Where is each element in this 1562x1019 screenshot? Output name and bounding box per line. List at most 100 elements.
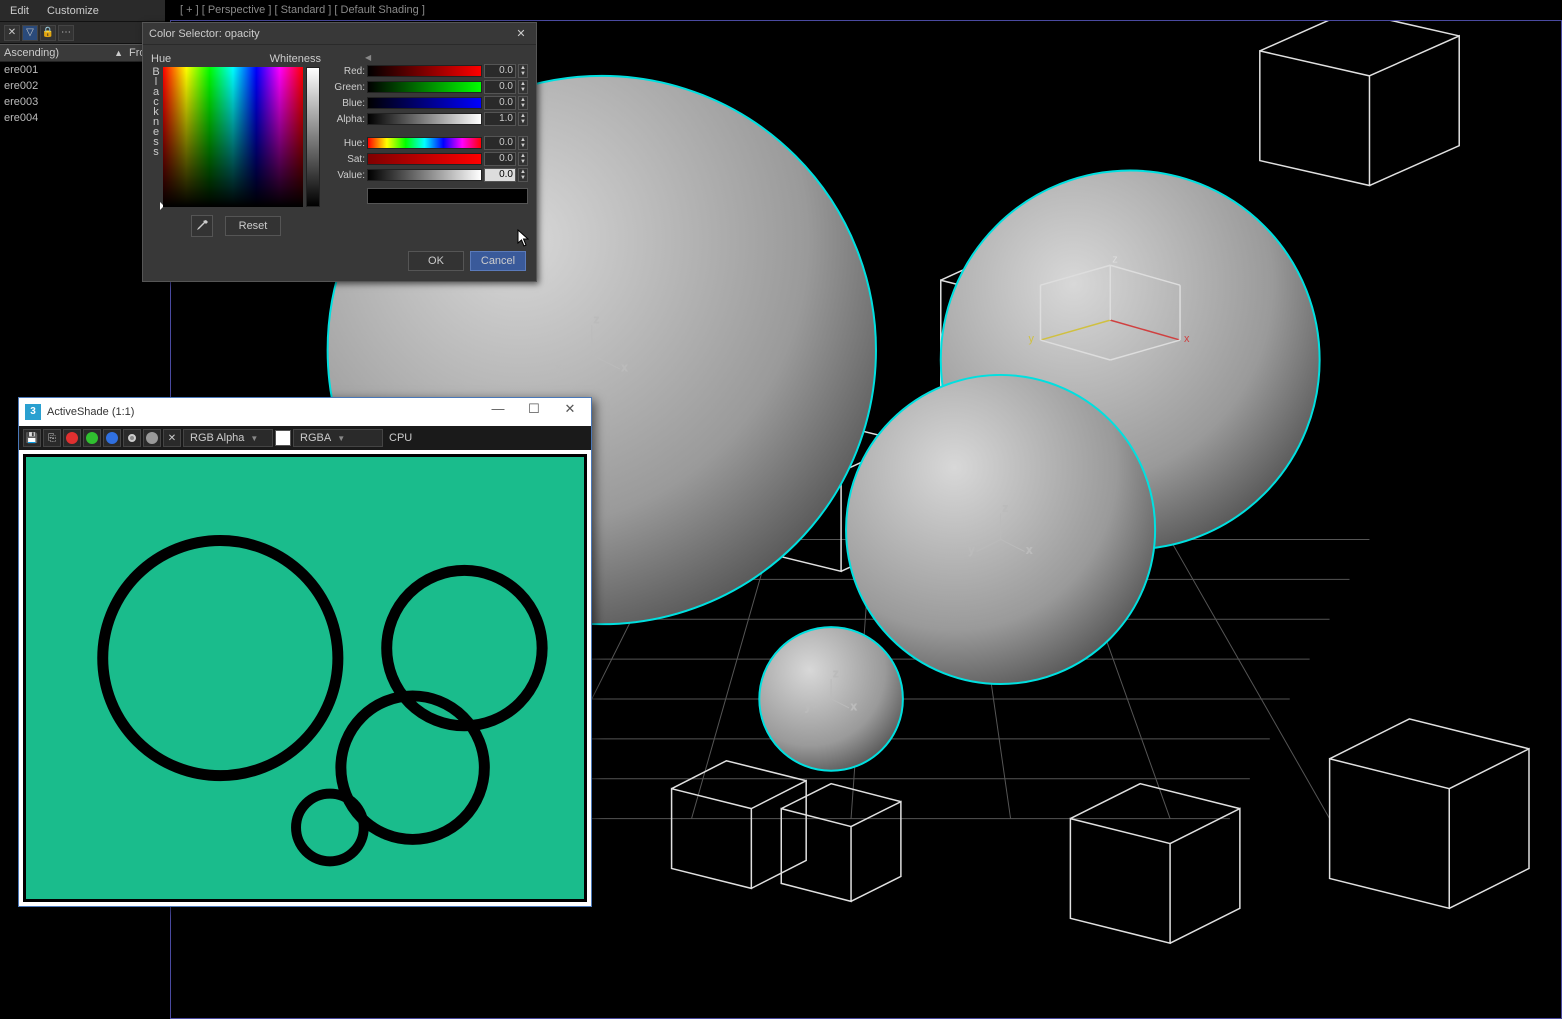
filter-icon[interactable]: ▽ xyxy=(22,25,38,41)
svg-text:z: z xyxy=(833,668,838,680)
svg-text:x: x xyxy=(1027,544,1033,556)
main-menu: Edit Customize xyxy=(0,0,165,22)
scene-object-list: ere001 ere002 ere003 ere004 xyxy=(0,62,165,126)
chevron-down-icon: ▼ xyxy=(250,434,258,443)
blackness-label: Blackness xyxy=(152,67,159,157)
svg-text:z: z xyxy=(1003,503,1008,515)
blue-channel-row: Blue: 0.0 ▲▼ xyxy=(327,96,528,110)
eyedropper-button[interactable] xyxy=(191,215,213,237)
svg-text:y: y xyxy=(556,362,562,374)
svg-text:z: z xyxy=(1112,253,1117,265)
format-select[interactable]: RGBA▼ xyxy=(293,429,383,447)
scene-explorer-toolbar: ✕ ▽ 🔒 ⋯ xyxy=(0,22,165,44)
red-spinner[interactable]: ▲▼ xyxy=(518,64,528,78)
viewport-label[interactable]: [ + ] [ Perspective ] [ Standard ] [ Def… xyxy=(180,4,425,16)
color-selector-dialog: Color Selector: opacity ✕ Hue Whiteness … xyxy=(142,22,537,282)
reset-button[interactable]: Reset xyxy=(225,216,281,236)
menu-edit[interactable]: Edit xyxy=(10,5,29,17)
red-value-input[interactable]: 0.0 xyxy=(484,64,516,78)
picker-marker-icon xyxy=(160,202,168,210)
alpha-value-input[interactable]: 1.0 xyxy=(484,112,516,126)
svg-text:y: y xyxy=(969,544,975,556)
minimize-button[interactable]: — xyxy=(483,401,513,423)
activeshade-window: 3 ActiveShade (1:1) — ☐ ✕ 💾 ⎘ ✕ RGB Alph… xyxy=(18,397,592,907)
sort-arrow-icon: ▲ xyxy=(114,48,123,58)
sort-column[interactable]: Ascending) xyxy=(4,47,114,59)
green-spinner[interactable]: ▲▼ xyxy=(518,80,528,94)
app-icon: 3 xyxy=(25,404,41,420)
svg-text:y: y xyxy=(805,701,811,713)
activeshade-title: ActiveShade (1:1) xyxy=(47,406,477,418)
blue-label: Blue: xyxy=(327,98,365,109)
menu-customize[interactable]: Customize xyxy=(47,5,99,17)
sat-spinner[interactable]: ▲▼ xyxy=(518,152,528,166)
hue-slider[interactable] xyxy=(367,137,482,149)
hue-label: Hue: xyxy=(327,138,365,149)
ok-button[interactable]: OK xyxy=(408,251,464,271)
alpha-slider[interactable] xyxy=(367,113,482,125)
value-spinner[interactable]: ▲▼ xyxy=(518,168,528,182)
list-item[interactable]: ere004 xyxy=(0,110,165,126)
alpha-spinner[interactable]: ▲▼ xyxy=(518,112,528,126)
alpha-channel-icon[interactable] xyxy=(123,429,141,447)
dialog-title: Color Selector: opacity xyxy=(149,28,512,40)
list-item[interactable]: ere002 xyxy=(0,78,165,94)
red-slider[interactable] xyxy=(367,65,482,77)
red-channel-row: Red: 0.0 ▲▼ xyxy=(327,64,528,78)
color-swatch[interactable] xyxy=(367,188,528,204)
green-channel-icon[interactable] xyxy=(83,429,101,447)
red-label: Red: xyxy=(327,66,365,77)
render-canvas xyxy=(26,457,584,899)
scene-list-header[interactable]: Ascending) ▲ Froze xyxy=(0,44,165,62)
close-tab-icon[interactable]: ✕ xyxy=(4,25,20,41)
sat-value-input[interactable]: 0.0 xyxy=(484,152,516,166)
maximize-button[interactable]: ☐ xyxy=(519,401,549,423)
renderer-label: CPU xyxy=(389,432,412,444)
bg-color-swatch[interactable] xyxy=(275,430,291,446)
lock-icon[interactable]: 🔒 xyxy=(40,25,56,41)
close-icon[interactable]: ✕ xyxy=(512,26,530,42)
red-channel-icon[interactable] xyxy=(63,429,81,447)
activeshade-titlebar[interactable]: 3 ActiveShade (1:1) — ☐ ✕ xyxy=(19,398,591,426)
sat-label: Sat: xyxy=(327,154,365,165)
value-value-input[interactable]: 0.0 xyxy=(484,168,516,182)
value-slider[interactable] xyxy=(367,169,482,181)
close-button[interactable]: ✕ xyxy=(555,401,585,423)
hue-value-input[interactable]: 0.0 xyxy=(484,136,516,150)
sat-slider[interactable] xyxy=(367,153,482,165)
svg-text:x: x xyxy=(851,701,857,713)
copy-icon[interactable]: ⎘ xyxy=(43,429,61,447)
value-label: Value: xyxy=(327,170,365,181)
cancel-button[interactable]: Cancel xyxy=(470,251,526,271)
list-item[interactable]: ere003 xyxy=(0,94,165,110)
channel-select[interactable]: RGB Alpha▼ xyxy=(183,429,273,447)
options-icon[interactable]: ⋯ xyxy=(58,25,74,41)
chevron-down-icon: ▼ xyxy=(337,434,345,443)
sat-channel-row: Sat: 0.0 ▲▼ xyxy=(327,152,528,166)
render-output[interactable] xyxy=(23,454,587,902)
dialog-titlebar[interactable]: Color Selector: opacity ✕ xyxy=(143,23,536,45)
eyedropper-icon xyxy=(195,219,209,233)
svg-text:x: x xyxy=(1184,333,1190,345)
green-slider[interactable] xyxy=(367,81,482,93)
green-label: Green: xyxy=(327,82,365,93)
hue-channel-row: Hue: 0.0 ▲▼ xyxy=(327,136,528,150)
save-icon[interactable]: 💾 xyxy=(23,429,41,447)
green-value-input[interactable]: 0.0 xyxy=(484,80,516,94)
green-channel-row: Green: 0.0 ▲▼ xyxy=(327,80,528,94)
whiteness-ramp[interactable] xyxy=(306,67,320,207)
svg-text:z: z xyxy=(594,314,599,326)
clear-icon[interactable]: ✕ xyxy=(163,429,181,447)
blue-channel-icon[interactable] xyxy=(103,429,121,447)
blue-spinner[interactable]: ▲▼ xyxy=(518,96,528,110)
mono-icon[interactable] xyxy=(143,429,161,447)
list-item[interactable]: ere001 xyxy=(0,62,165,78)
hue-header-label: Hue xyxy=(151,53,171,65)
alpha-channel-row: Alpha: 1.0 ▲▼ xyxy=(327,112,528,126)
hsv-picker[interactable] xyxy=(163,67,303,207)
activeshade-toolbar: 💾 ⎘ ✕ RGB Alpha▼ RGBA▼ CPU xyxy=(19,426,591,450)
value-channel-row: Value: 0.0 ▲▼ xyxy=(327,168,528,182)
blue-value-input[interactable]: 0.0 xyxy=(484,96,516,110)
blue-slider[interactable] xyxy=(367,97,482,109)
hue-spinner[interactable]: ▲▼ xyxy=(518,136,528,150)
